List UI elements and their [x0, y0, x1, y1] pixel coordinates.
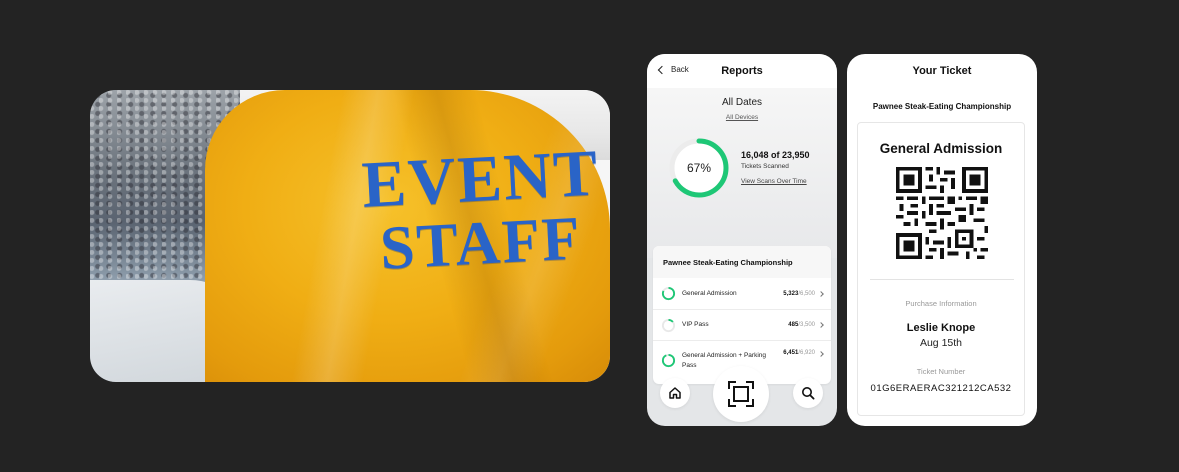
reports-screen: Back Reports All Dates All Devices 67% 1… — [647, 54, 837, 426]
page-title: Your Ticket — [912, 65, 972, 77]
search-button[interactable] — [793, 378, 823, 408]
search-icon — [802, 387, 815, 400]
scan-count-label: Tickets Scanned — [741, 163, 789, 170]
scan-stats: 16,048 of 23,950 Tickets Scanned View Sc… — [741, 150, 810, 185]
ticket-type-name: General Admission — [682, 289, 737, 297]
ticket-type-count: 485/3,500 — [788, 322, 815, 328]
admission-type: General Admission — [879, 141, 1003, 156]
scan-count: 16,048 of 23,950 — [741, 150, 810, 160]
ticket-progress-ring — [661, 318, 676, 332]
bottom-nav — [647, 360, 837, 426]
chevron-right-icon — [818, 322, 824, 328]
reports-header: Back Reports — [647, 54, 837, 88]
ticket-type-name: VIP Pass — [682, 321, 709, 329]
event-name: Pawnee Steak-Eating Championship — [653, 246, 831, 278]
scan-progress-ring: 67% — [667, 136, 731, 200]
event-staff-photo: EVENT STAFF — [90, 90, 610, 382]
home-icon — [669, 387, 681, 399]
event-date: Aug 15th — [919, 337, 963, 349]
date-filter[interactable]: All Dates — [647, 97, 837, 108]
ticket-type-count: 5,323/6,500 — [783, 290, 815, 297]
event-name: Pawnee Steak-Eating Championship — [872, 102, 1012, 111]
purchase-info-label: Purchase Information — [905, 299, 977, 308]
view-scans-link[interactable]: View Scans Over Time — [741, 178, 810, 185]
back-button[interactable]: Back — [657, 65, 689, 74]
ticket-screen: Your Ticket Pawnee Steak-Eating Champion… — [847, 54, 1037, 426]
scan-percent-label: 67% — [686, 161, 712, 175]
ticket-number: 01G6ERAERAC321212CA532 — [870, 383, 1012, 394]
ticket-number-label: Ticket Number — [916, 367, 966, 376]
back-label: Back — [671, 65, 689, 74]
scan-button[interactable] — [713, 366, 769, 422]
page-title: Reports — [721, 65, 763, 77]
divider — [870, 279, 1014, 280]
ticket-holder-name: Leslie Knope — [906, 322, 976, 334]
device-filter-link[interactable]: All Devices — [647, 114, 837, 121]
chevron-left-icon — [657, 65, 667, 74]
chevron-right-icon — [818, 351, 824, 357]
ticket-type-count: 6,451/6,920 — [783, 350, 815, 356]
ticket-type-row[interactable]: General Admission 5,323/6,500 — [653, 278, 831, 309]
jacket-lettering-staff: STAFF — [378, 204, 584, 283]
home-button[interactable] — [660, 378, 690, 408]
scan-summary: All Dates All Devices 67% 16,048 of 23,9… — [647, 88, 837, 384]
qr-code — [896, 167, 988, 259]
scan-frame-icon — [728, 381, 754, 407]
ticket-card: General Admission Purchase Information L… — [857, 122, 1025, 416]
chevron-right-icon — [818, 290, 824, 297]
ticket-type-row[interactable]: VIP Pass 485/3,500 — [653, 309, 831, 340]
ticket-progress-ring — [661, 286, 676, 301]
